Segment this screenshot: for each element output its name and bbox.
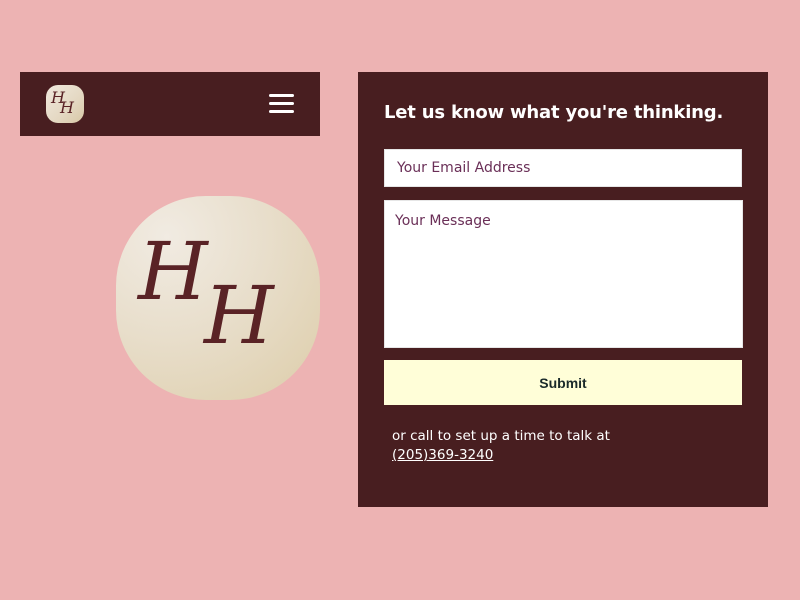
site-header: H H (20, 72, 320, 136)
message-field[interactable] (384, 200, 743, 348)
hero-logo-letter-1: H (138, 225, 208, 318)
header-logo-letter-2: H (60, 98, 74, 117)
contact-heading: Let us know what you're thinking. (384, 102, 724, 123)
menu-bar-top (269, 94, 294, 97)
hamburger-menu-icon[interactable] (267, 92, 295, 116)
hero-logo-letter-2: H (204, 269, 274, 362)
page: H H H H Let us know what you're thinking… (0, 0, 800, 600)
email-field[interactable] (384, 149, 742, 187)
call-info: or call to set up a time to talk at (205… (392, 427, 610, 465)
contact-panel: Let us know what you're thinking. Submit… (358, 72, 768, 507)
menu-bar-bottom (269, 110, 294, 113)
hero-logo: H H (116, 196, 320, 400)
header-logo[interactable]: H H (46, 85, 84, 123)
submit-button[interactable]: Submit (384, 360, 742, 405)
phone-link[interactable]: (205)369-3240 (392, 447, 493, 463)
call-text: or call to set up a time to talk at (392, 428, 610, 444)
menu-bar-middle (269, 102, 294, 105)
